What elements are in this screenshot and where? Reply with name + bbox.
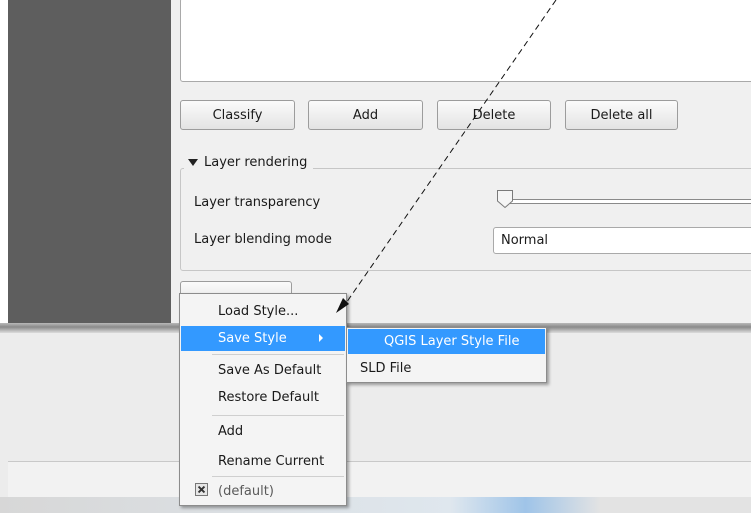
annotation-arrow bbox=[336, 0, 557, 313]
arrowhead-icon bbox=[336, 298, 349, 313]
